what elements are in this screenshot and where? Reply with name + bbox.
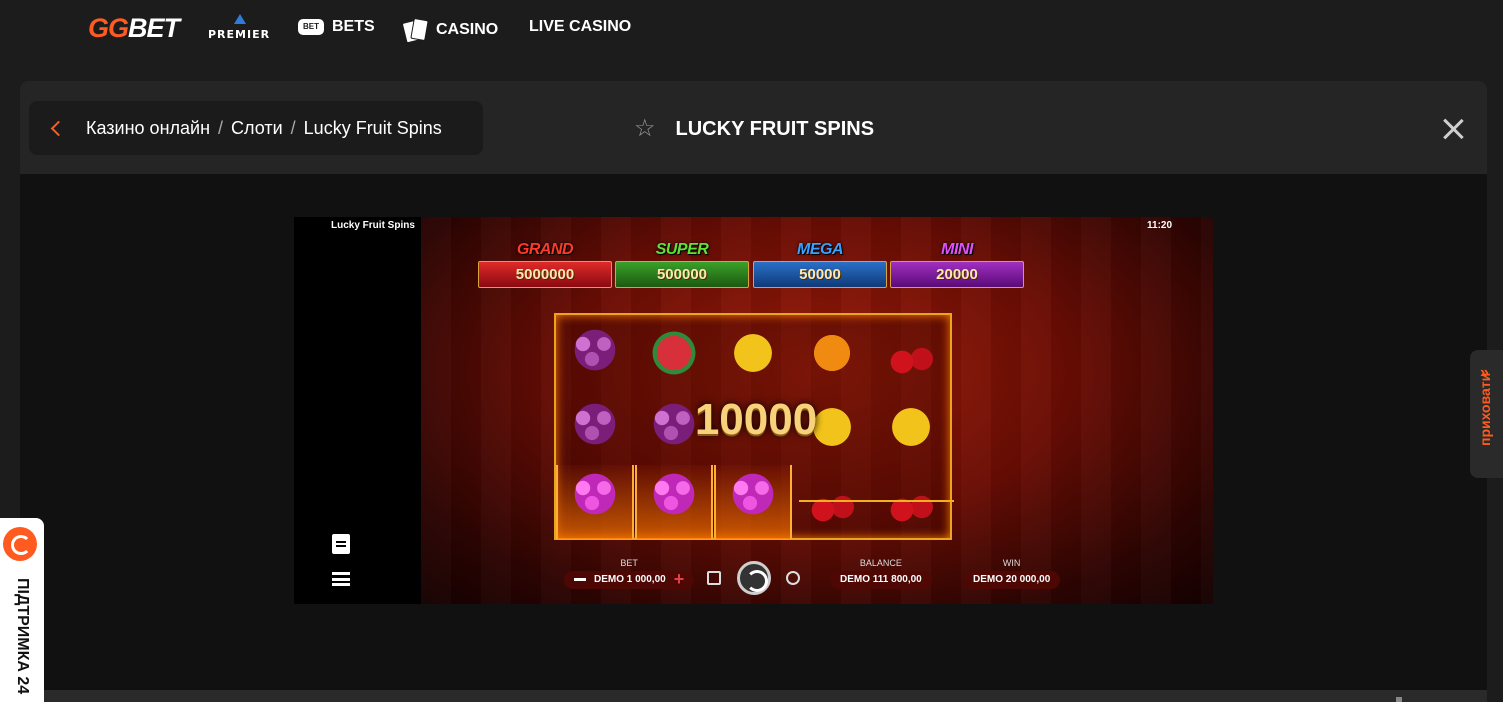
bets-icon: BET <box>298 19 324 35</box>
jackpot-mega-value: 50000 <box>753 261 887 288</box>
breadcrumb-current-game: Lucky Fruit Spins <box>303 117 442 138</box>
game-title-bar: ☆ LUCKY FRUIT SPINS <box>634 116 874 141</box>
bet-caption: BET <box>620 558 638 568</box>
balance-value: DEMO 111 800,00 <box>830 571 932 589</box>
breadcrumb-casino-online[interactable]: Казино онлайн <box>86 118 210 139</box>
game-clock: 11:20 <box>1147 220 1173 231</box>
menu-icon[interactable] <box>332 572 350 586</box>
jackpot-grand-label: GRAND <box>516 241 574 258</box>
breadcrumb-slots[interactable]: Слоти <box>231 118 283 139</box>
nav-bets[interactable]: BET BETS <box>298 18 375 36</box>
close-icon[interactable] <box>1442 118 1464 140</box>
orange-symbol <box>802 323 862 383</box>
win-amount: 10000 <box>694 395 818 444</box>
win-caption: WIN <box>1002 558 1021 568</box>
jackpot-mega: MEGA 50000 <box>753 241 887 288</box>
turbo-play-icon[interactable] <box>786 571 800 585</box>
panel-footer-strip <box>20 690 1487 702</box>
jackpot-super-value: 500000 <box>615 261 749 288</box>
breadcrumb-separator: / <box>290 117 296 138</box>
nav-live-casino-label: LIVE CASINO <box>529 18 632 35</box>
win-line <box>799 500 954 502</box>
jackpot-grand-value: 5000000 <box>478 261 612 288</box>
win-display: WIN DEMO 20 000,00 <box>963 558 1061 589</box>
jackpot-mini: MINI 20000 <box>890 241 1024 288</box>
grape-symbol <box>565 397 625 457</box>
game-name-label: Lucky Fruit Spins <box>331 220 415 231</box>
cherry-symbol <box>881 323 941 383</box>
breadcrumb-separator: / <box>218 117 224 138</box>
jackpot-super-label: SUPER <box>655 241 709 258</box>
bet-increase-icon[interactable]: + <box>674 570 685 588</box>
hide-panel-tab[interactable]: » приховати <box>1470 350 1503 478</box>
bet-control: BET DEMO 1 000,00 + <box>564 558 695 589</box>
grape-symbol-winning <box>644 467 704 527</box>
page-title: LUCKY FRUIT SPINS <box>675 118 875 140</box>
paytable-icon[interactable] <box>332 534 350 554</box>
watermelon-symbol <box>644 323 704 383</box>
bet-stepper: DEMO 1 000,00 + <box>564 570 695 589</box>
bet-decrease-icon[interactable] <box>574 577 586 581</box>
top-navigation: GGBET PREMIER BET BETS CASINO LIVE CASIN… <box>0 0 1503 58</box>
grape-symbol <box>565 323 625 383</box>
grape-symbol-winning <box>565 467 625 527</box>
support-headset-icon <box>3 527 37 561</box>
balance-display: BALANCE DEMO 111 800,00 <box>830 558 932 589</box>
win-value: DEMO 20 000,00 <box>963 571 1061 589</box>
grape-symbol-winning <box>723 467 783 527</box>
lemon-symbol <box>881 397 941 457</box>
balance-caption: BALANCE <box>859 558 902 568</box>
spin-button[interactable] <box>737 561 771 595</box>
scroll-indicator <box>1396 697 1402 702</box>
game-frame[interactable]: Lucky Fruit Spins 11:20 GRAND 5000000 SU… <box>294 217 1213 604</box>
nav-live-casino[interactable]: LIVE CASINO <box>529 18 631 36</box>
premier-logo[interactable]: PREMIER <box>208 14 272 42</box>
support-widget[interactable]: ПІДТРИМКА 24 <box>0 518 44 702</box>
jackpot-mini-label: MINI <box>941 241 973 258</box>
jackpot-mini-value: 20000 <box>890 261 1024 288</box>
autoplay-settings-icon[interactable] <box>707 571 721 585</box>
nav-bets-label: BETS <box>332 18 375 35</box>
nav-casino-label: CASINO <box>436 21 499 38</box>
casino-cards-icon <box>401 17 429 44</box>
jackpot-super: SUPER 500000 <box>615 241 749 288</box>
bet-value: DEMO 1 000,00 <box>594 574 666 585</box>
nav-casino[interactable]: CASINO <box>401 17 499 44</box>
support-label: ПІДТРИМКА 24 <box>14 578 31 695</box>
premier-label: PREMIER <box>208 28 271 41</box>
jackpot-grand: GRAND 5000000 <box>478 241 612 288</box>
breadcrumb: Казино онлайн / Слоти / Lucky Fruit Spin… <box>29 101 483 155</box>
game-panel-header: Казино онлайн / Слоти / Lucky Fruit Spin… <box>20 81 1487 174</box>
jackpot-mega-label: MEGA <box>797 241 844 258</box>
favorite-star-icon[interactable]: ☆ <box>634 116 656 141</box>
hide-panel-label: приховати <box>1477 372 1493 446</box>
back-chevron-icon[interactable] <box>50 120 67 136</box>
reels-grid: 10000 <box>554 313 954 540</box>
premier-triangle-icon <box>234 14 246 24</box>
lemon-symbol <box>723 323 783 383</box>
ggbet-logo[interactable]: GGBET <box>88 13 180 44</box>
